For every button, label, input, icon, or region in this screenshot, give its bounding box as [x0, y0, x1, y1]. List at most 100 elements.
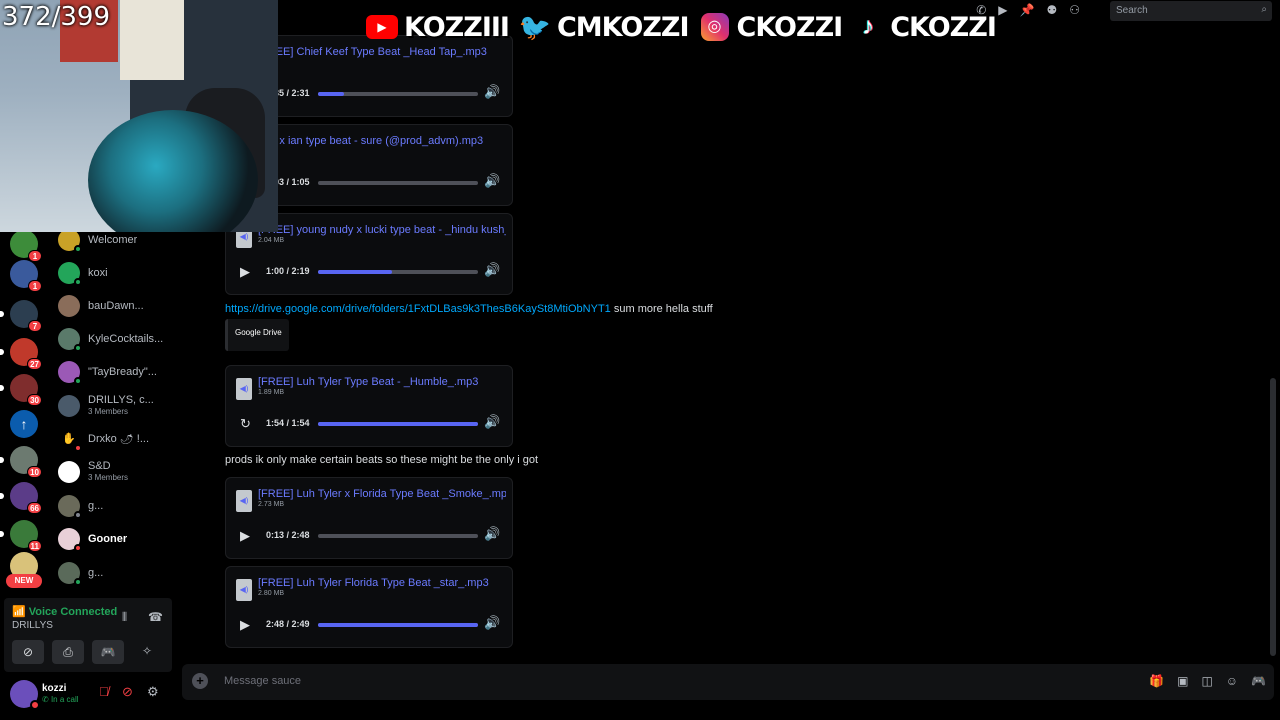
link-embed[interactable]: Google Drive — [225, 319, 289, 351]
file-name[interactable]: [FREE] Luh Tyler Florida Type Beat _star… — [258, 577, 506, 589]
progress-track[interactable] — [318, 181, 478, 185]
message-text: prods ik only make certain beats so thes… — [225, 454, 539, 466]
dm-name: koxi — [88, 267, 108, 279]
mention-badge: 10 — [27, 466, 42, 478]
noise-suppression-icon[interactable]: ⫴ — [122, 610, 127, 625]
server-icon[interactable]: 30 — [0, 374, 42, 406]
avatar — [58, 328, 82, 352]
mute-icon[interactable]: 🎙̸ — [99, 684, 109, 699]
new-badge[interactable]: NEW — [6, 574, 42, 588]
dm-item[interactable]: g... — [58, 558, 178, 588]
file-name[interactable]: [FREE] young nudy x lucki type beat - _h… — [258, 224, 506, 236]
sticker-icon[interactable]: ◫ — [1201, 674, 1212, 688]
mention-badge: 1 — [28, 280, 42, 292]
progress-track[interactable] — [318, 422, 478, 426]
avatar — [58, 461, 80, 483]
server-icon[interactable]: 11 — [0, 520, 42, 552]
settings-gear-icon[interactable]: ⚙ — [147, 684, 159, 700]
dm-item[interactable]: S&D 3 Members — [58, 457, 178, 487]
voice-status[interactable]: 📶 Voice Connected — [12, 605, 117, 618]
server-icon[interactable]: 10 — [0, 446, 42, 478]
file-name[interactable]: oba x ian type beat - sure (@prod_advm).… — [258, 135, 506, 147]
server-icon[interactable]: 7 — [0, 300, 42, 332]
message-composer[interactable]: + Message sauce 🎁 ▣ ◫ ☺ 🎮 — [182, 664, 1274, 700]
phone-icon: ✆ — [42, 695, 49, 704]
volume-icon[interactable]: 🔊 — [484, 414, 500, 430]
volume-icon[interactable]: 🔊 — [484, 615, 500, 631]
screen-share-button[interactable]: ⎙ — [52, 640, 84, 664]
file-size: 2.80 MB — [258, 590, 285, 597]
social-handle: CKOZZI — [890, 11, 997, 43]
webcam-overlay: 372/399 — [0, 0, 278, 232]
progress-track[interactable] — [318, 623, 478, 627]
playback-time: 2:48 / 2:49 — [266, 619, 310, 629]
dm-item[interactable]: g... — [58, 491, 178, 521]
dm-item[interactable]: ✋ Drxko 🌶 !... — [58, 424, 178, 454]
file-name[interactable]: [FREE] Luh Tyler x Florida Type Beat _Sm… — [258, 488, 506, 500]
file-size: 2.73 MB — [258, 501, 285, 508]
mention-badge: 1 — [28, 250, 42, 262]
gif-icon[interactable]: ▣ — [1177, 674, 1188, 688]
activity-button[interactable]: 🎮 — [92, 640, 124, 664]
playback-time: 0:13 / 2:48 — [266, 530, 310, 540]
dm-name: g... — [88, 500, 104, 512]
file-name[interactable]: [FREE] Luh Tyler Type Beat - _Humble_.mp… — [258, 376, 506, 388]
progress-fill — [318, 92, 344, 96]
user-panel: kozzi ✆ In a call 🎙̸ ⊘ ⚙ — [0, 676, 176, 720]
progress-track[interactable] — [318, 92, 478, 96]
dm-item[interactable]: bauDawn... — [58, 291, 178, 321]
volume-icon[interactable]: 🔊 — [484, 262, 500, 278]
soundboard-icon[interactable]: ✧ — [142, 644, 152, 658]
disconnect-icon[interactable]: ☎ — [148, 610, 163, 624]
dm-item[interactable]: Gooner — [58, 524, 178, 554]
dm-name: bauDawn... — [88, 300, 144, 312]
scrollbar[interactable] — [1270, 378, 1276, 656]
emoji-icon[interactable]: ☺ — [1226, 674, 1238, 688]
gift-icon[interactable]: 🎁 — [1149, 674, 1164, 688]
instagram-icon: ◎ — [699, 13, 731, 41]
volume-icon[interactable]: 🔊 — [484, 173, 500, 189]
volume-icon[interactable]: 🔊 — [484, 526, 500, 542]
server-icon[interactable]: 1 — [10, 230, 42, 262]
youtube-icon: ▶ — [366, 13, 398, 41]
progress-fill — [318, 623, 478, 627]
dm-name: "TayBready"... — [88, 366, 157, 378]
file-name[interactable]: [FREE] Chief Keef Type Beat _Head Tap_.m… — [258, 46, 506, 58]
add-member-icon[interactable]: ⚉ — [1046, 3, 1057, 17]
dm-name: Drxko 🌶 !... — [88, 433, 150, 445]
progress-track[interactable] — [318, 270, 478, 274]
dm-name: g... — [88, 567, 104, 579]
camera-off-button[interactable]: ⊘ — [12, 640, 44, 664]
social-handle: CKOZZI — [736, 11, 844, 43]
drive-link[interactable]: https://drive.google.com/drive/folders/1… — [225, 303, 611, 315]
dm-item[interactable]: koxi — [58, 258, 178, 288]
search-input[interactable]: Search ⌕ — [1110, 1, 1272, 21]
counter-overlay: 372/399 — [2, 2, 111, 32]
avatar — [58, 562, 82, 586]
deafen-icon[interactable]: ⊘ — [122, 684, 133, 700]
progress-track[interactable] — [318, 534, 478, 538]
dm-item[interactable]: DRILLYS, c... 3 Members — [58, 391, 178, 421]
replay-icon[interactable]: ↻ — [240, 416, 251, 432]
game-controller-icon[interactable]: 🎮 — [1251, 674, 1266, 688]
volume-icon[interactable]: 🔊 — [484, 84, 500, 100]
audio-file-icon: ◀) — [236, 579, 252, 601]
dm-item[interactable]: KyleCocktails... — [58, 324, 178, 354]
avatar — [58, 395, 80, 417]
play-icon[interactable]: ▶ — [240, 617, 250, 633]
server-icon[interactable]: 27 — [0, 338, 42, 370]
dm-item[interactable]: "TayBready"... — [58, 357, 178, 387]
server-icon[interactable]: ↑ — [10, 410, 38, 438]
play-icon[interactable]: ▶ — [240, 528, 250, 544]
mention-badge: 7 — [28, 320, 42, 332]
pin-icon[interactable]: 📌 — [1020, 3, 1035, 17]
avatar — [58, 262, 82, 286]
play-icon[interactable]: ▶ — [240, 264, 250, 280]
server-icon[interactable]: 66 — [0, 482, 42, 514]
avatar[interactable] — [10, 680, 40, 710]
dm-name: Welcomer — [88, 234, 138, 246]
server-icon[interactable]: 1 — [10, 260, 42, 292]
members-icon[interactable]: ⚇ — [1069, 3, 1080, 17]
add-attachment-icon[interactable]: + — [192, 673, 208, 689]
message-input[interactable]: Message sauce — [224, 675, 301, 687]
